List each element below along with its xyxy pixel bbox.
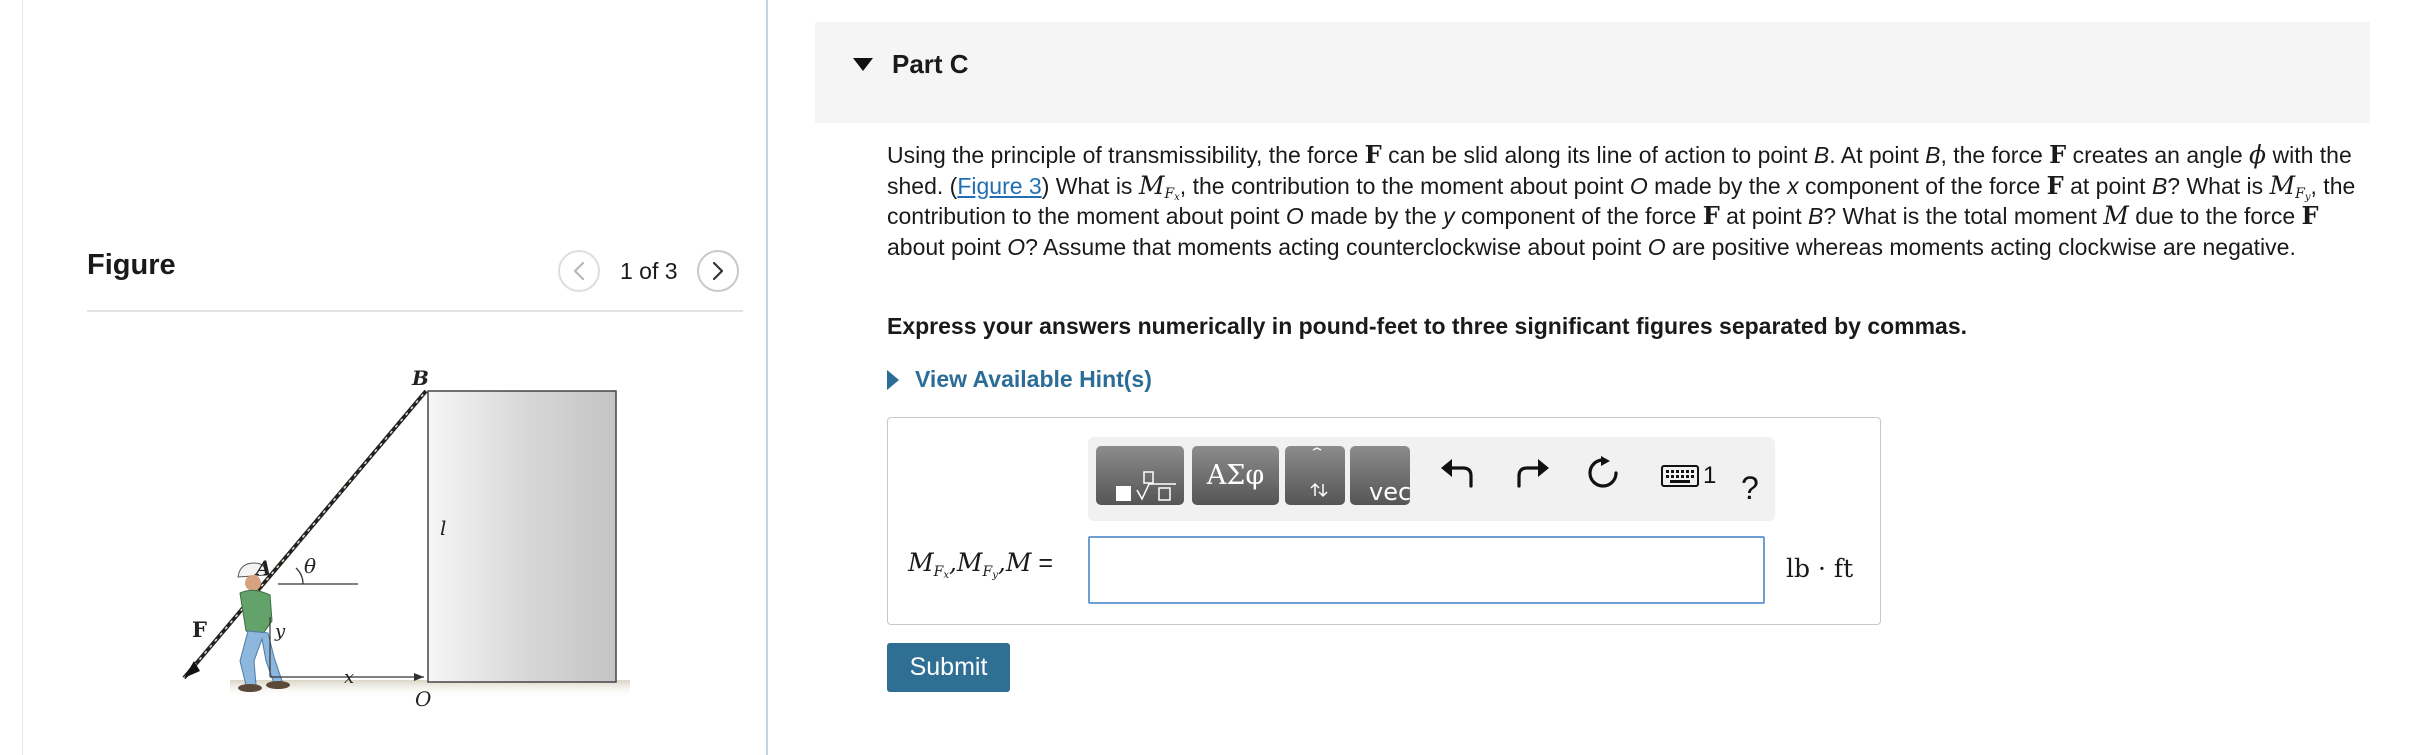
figure-3-link[interactable]: Figure 3: [957, 173, 1041, 199]
figure-header-divider: [87, 310, 743, 312]
next-figure-button[interactable]: [696, 250, 739, 292]
question-text-segment: due to the force: [2128, 203, 2302, 229]
point-o-ref: O: [1285, 203, 1304, 229]
question-text-segment: ? What is the total moment: [1823, 203, 2104, 229]
x-dimension-arrow: [414, 673, 424, 681]
x-dimension-label: x: [344, 667, 354, 688]
left-border: [22, 0, 23, 755]
point-o-ref: O: [1629, 172, 1648, 199]
question-text: Using the principle of transmissibility,…: [887, 140, 2357, 262]
comma: ,: [948, 548, 957, 577]
question-text-segment: ) What is: [1041, 172, 1139, 199]
force-subscript: F: [1164, 185, 1175, 202]
panel-divider[interactable]: [766, 0, 768, 755]
question-text-segment: component of the force: [1798, 172, 2047, 199]
point-b-ref: B: [2151, 172, 2168, 199]
answer-instruction: Express your answers numerically in poun…: [887, 313, 1968, 339]
submit-button[interactable]: Submit: [887, 643, 1010, 692]
view-hints-label: View Available Hint(s): [915, 366, 1152, 392]
moment-letter: M: [1005, 548, 1032, 577]
caret-down-icon: [853, 58, 873, 71]
question-text-segment: are positive whereas moments acting cloc…: [1665, 233, 2296, 260]
subscript-button[interactable]: [1285, 446, 1345, 505]
moment-mfy-symbol: MFy: [2269, 170, 2311, 203]
force-subscript: F: [2295, 185, 2305, 202]
question-text-segment: made by the: [1303, 203, 1444, 229]
force-subscript: F: [933, 564, 944, 580]
force-symbol: F: [2046, 170, 2064, 200]
point-b-ref: B: [1925, 142, 1941, 168]
templates-button[interactable]: [1096, 446, 1184, 505]
equals-sign: =: [1031, 549, 1054, 577]
angle-arc: [295, 567, 304, 585]
keyboard-icon: [1661, 465, 1699, 487]
redo-icon[interactable]: [1515, 456, 1549, 488]
help-icon[interactable]: ?: [1741, 472, 1759, 504]
answer-input[interactable]: [1088, 536, 1765, 604]
point-o-ref: O: [1647, 233, 1666, 260]
moment-letter: M: [908, 548, 934, 577]
reset-icon[interactable]: [1586, 456, 1620, 490]
height-l-label: l: [440, 516, 446, 540]
figure-page-indicator: 1 of 3: [620, 257, 678, 284]
keyboard-digit: 1: [1703, 462, 1717, 489]
point-b-label: B: [411, 366, 429, 390]
shed-wall: [427, 390, 617, 683]
figure-diagram[interactable]: B A θ F l y x O: [170, 355, 650, 715]
question-text-segment: ? What is: [2167, 172, 2270, 199]
greek-letters-button[interactable]: ΑΣφ: [1192, 446, 1279, 505]
total-moment-symbol: M: [2103, 201, 2129, 230]
answer-box: ΑΣφ vec 1 ? MFx,MFy,M = lb · ft: [887, 417, 1881, 625]
question-text-segment: ? Assume that moments acting countercloc…: [1025, 233, 1648, 260]
point-o-ref: O: [1007, 233, 1026, 260]
moment-letter: M: [2269, 170, 2296, 200]
comma: ,: [997, 548, 1006, 577]
force-f-label: F: [192, 617, 207, 642]
templates-icon: [1116, 471, 1176, 501]
y-component-ref: y: [1443, 203, 1455, 229]
chevron-right-icon: [712, 261, 723, 281]
part-title: Part C: [892, 49, 969, 79]
part-c-header[interactable]: Part C: [815, 22, 2370, 123]
answer-label: MFx,MFy,M =: [908, 548, 1054, 581]
previous-figure-button[interactable]: [558, 250, 600, 292]
subscript-icon: [1310, 447, 1328, 498]
question-text-segment: , the contribution to the moment about p…: [1179, 172, 1630, 199]
moment-letter: M: [956, 548, 983, 577]
force-symbol: F: [2301, 201, 2319, 230]
view-hints-toggle[interactable]: View Available Hint(s): [887, 366, 1152, 393]
moment-letter: M: [1138, 170, 1165, 200]
x-component-ref: x: [1787, 172, 1799, 199]
question-text-segment: can be slid along its line of action to …: [1381, 142, 1814, 168]
undo-icon[interactable]: [1441, 456, 1475, 488]
chevron-left-icon: [573, 261, 585, 281]
force-symbol: F: [2049, 140, 2067, 169]
question-text-segment: about point: [887, 233, 1008, 260]
question-text-segment: Using the principle of transmissibility,…: [887, 142, 1365, 168]
caret-right-icon: [887, 369, 899, 390]
figure-title: Figure: [87, 249, 176, 281]
question-text-segment: creates an angle: [2066, 142, 2250, 168]
question-text-segment: component of the force: [1454, 203, 1703, 229]
question-text-segment: . At point: [1829, 142, 1926, 168]
question-text-segment: at point: [2063, 172, 2152, 199]
angle-theta-label: θ: [304, 554, 316, 578]
point-b-ref: B: [1813, 142, 1830, 168]
figure-pagination: 1 of 3: [558, 250, 739, 292]
question-text-segment: made by the: [1647, 172, 1788, 199]
force-subscript: F: [982, 564, 993, 580]
vector-button[interactable]: vec: [1350, 446, 1410, 505]
keyboard-button[interactable]: 1: [1661, 462, 1727, 490]
origin-o-label: O: [415, 687, 431, 711]
question-text-segment: , the force: [1940, 142, 2050, 168]
force-symbol: F: [1364, 140, 1382, 169]
moment-mfx-symbol: MFx: [1138, 170, 1180, 203]
force-symbol: F: [1702, 201, 1720, 230]
point-b-ref: B: [1808, 203, 1824, 229]
answer-units: lb · ft: [1786, 554, 1854, 583]
angle-phi-symbol: ϕ: [2249, 140, 2267, 169]
question-text-segment: at point: [1719, 203, 1808, 229]
point-a-label: A: [254, 556, 272, 580]
y-dimension-label: y: [274, 621, 286, 642]
